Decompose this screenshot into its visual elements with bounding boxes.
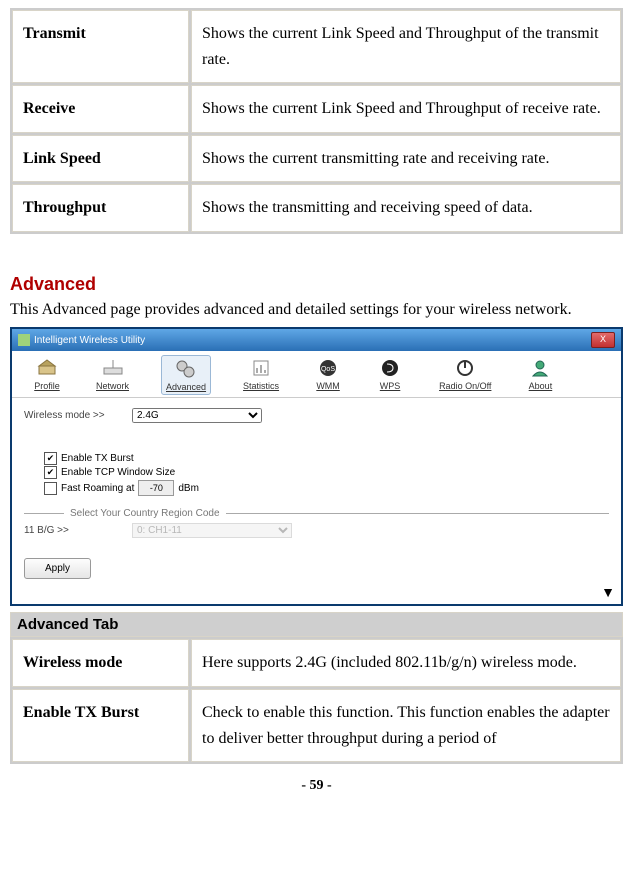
svg-text:QoS: QoS (321, 366, 335, 373)
tab-statistics[interactable]: Statistics (239, 355, 283, 395)
checkbox-enable-tcp-window[interactable]: ✔ Enable TCP Window Size (44, 466, 609, 479)
checkbox-label: Enable TX Burst (61, 453, 134, 464)
tab-label: About (529, 381, 553, 391)
tab-label: WMM (316, 381, 340, 391)
tab-profile[interactable]: Profile (30, 355, 64, 395)
apply-button[interactable]: Apply (24, 558, 91, 579)
dbm-label: dBm (178, 483, 199, 494)
checkbox-enable-tx-burst[interactable]: ✔ Enable TX Burst (44, 452, 609, 465)
term-cell: Wireless mode (12, 639, 189, 687)
app-window: Intelligent Wireless Utility X Profile N… (10, 327, 623, 606)
fast-roaming-label: Fast Roaming at (61, 483, 134, 494)
definitions-table-top: Transmit Shows the current Link Speed an… (10, 8, 623, 234)
advanced-icon (173, 358, 199, 380)
radio-icon (452, 357, 478, 379)
checkbox-icon: ✔ (44, 466, 57, 479)
tab-advanced[interactable]: Advanced (161, 355, 211, 395)
statistics-icon (248, 357, 274, 379)
tab-label: Radio On/Off (439, 381, 491, 391)
definition-cell: Shows the transmitting and receiving spe… (191, 184, 621, 232)
definition-cell: Here supports 2.4G (included 802.11b/g/n… (191, 639, 621, 687)
page-number: - 59 - (10, 778, 623, 794)
term-cell: Receive (12, 85, 189, 133)
region-label: Select Your Country Region Code (70, 508, 220, 519)
toolbar: Profile Network Advanced Statistics QoS … (12, 351, 621, 398)
checkbox-icon (44, 482, 57, 495)
region-code-select[interactable]: 0: CH1-11 (132, 523, 292, 538)
expand-arrow-icon[interactable]: ▼ (601, 584, 615, 600)
tab-label: Network (96, 381, 129, 391)
checkbox-icon: ✔ (44, 452, 57, 465)
profile-icon (34, 357, 60, 379)
table-row: Wireless mode Here supports 2.4G (includ… (12, 639, 621, 687)
tab-label: WPS (380, 381, 401, 391)
definition-cell: Shows the current Link Speed and Through… (191, 10, 621, 83)
advanced-tab-header: Advanced Tab (10, 612, 623, 637)
wmm-icon: QoS (315, 357, 341, 379)
tab-about[interactable]: About (523, 355, 557, 395)
table-row: Enable TX Burst Check to enable this fun… (12, 689, 621, 762)
tab-radio[interactable]: Radio On/Off (435, 355, 495, 395)
content-area: Wireless mode >> 2.4G ✔ Enable TX Burst … (12, 398, 621, 604)
network-icon (100, 357, 126, 379)
tab-label: Advanced (166, 382, 206, 392)
table-row: Transmit Shows the current Link Speed an… (12, 10, 621, 83)
term-cell: Transmit (12, 10, 189, 83)
titlebar: Intelligent Wireless Utility X (12, 329, 621, 351)
definitions-table-bottom: Wireless mode Here supports 2.4G (includ… (10, 637, 623, 764)
wps-icon (377, 357, 403, 379)
section-intro: This Advanced page provides advanced and… (10, 299, 623, 321)
app-icon (18, 334, 30, 346)
window-title: Intelligent Wireless Utility (34, 335, 145, 346)
wireless-mode-label: Wireless mode >> (24, 410, 124, 421)
table-row: Receive Shows the current Link Speed and… (12, 85, 621, 133)
tab-wps[interactable]: WPS (373, 355, 407, 395)
tab-network[interactable]: Network (92, 355, 133, 395)
close-button[interactable]: X (591, 332, 615, 348)
definition-cell: Check to enable this function. This func… (191, 689, 621, 762)
tab-label: Profile (34, 381, 60, 391)
wireless-mode-select[interactable]: 2.4G (132, 408, 262, 423)
tab-wmm[interactable]: QoS WMM (311, 355, 345, 395)
table-row: Throughput Shows the transmitting and re… (12, 184, 621, 232)
table-row: Link Speed Shows the current transmittin… (12, 135, 621, 183)
term-cell: Enable TX Burst (12, 689, 189, 762)
checkbox-fast-roaming[interactable]: Fast Roaming at -70 dBm (44, 480, 609, 496)
section-heading-advanced: Advanced (10, 274, 623, 295)
bgn-label: 11 B/G >> (24, 525, 124, 536)
term-cell: Throughput (12, 184, 189, 232)
region-divider: Select Your Country Region Code (24, 508, 609, 519)
fast-roaming-input[interactable]: -70 (138, 480, 174, 496)
about-icon (527, 357, 553, 379)
checkbox-label: Enable TCP Window Size (61, 467, 175, 478)
tab-label: Statistics (243, 381, 279, 391)
definition-cell: Shows the current Link Speed and Through… (191, 85, 621, 133)
term-cell: Link Speed (12, 135, 189, 183)
definition-cell: Shows the current transmitting rate and … (191, 135, 621, 183)
